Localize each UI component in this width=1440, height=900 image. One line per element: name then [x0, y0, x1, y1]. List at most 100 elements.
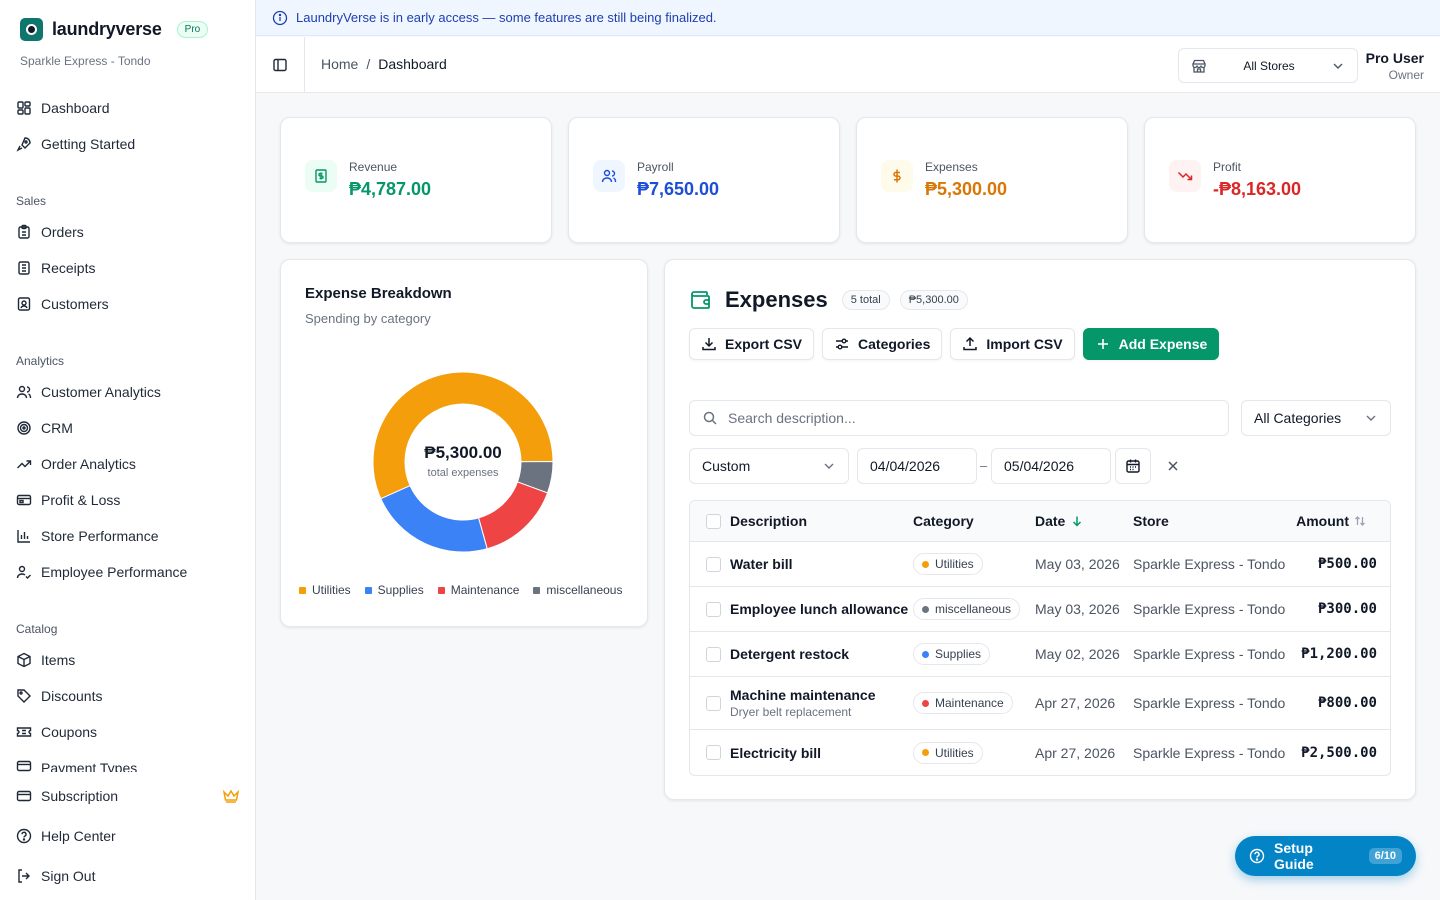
category-dot: [922, 650, 929, 658]
row-checkbox[interactable]: [706, 601, 721, 617]
expenses-header: Expenses 5 total ₱5,300.00: [689, 287, 968, 313]
search-input[interactable]: [728, 410, 1216, 426]
category-filter-select[interactable]: All Categories: [1241, 400, 1391, 436]
date-cell: May 02, 2026: [1035, 646, 1120, 662]
chart-legend: Utilities Supplies Maintenance miscellan…: [299, 583, 622, 597]
sidebar-item-discounts[interactable]: Discounts: [16, 686, 102, 706]
info-icon: [272, 10, 288, 26]
sidebar-item-label: Profit & Loss: [41, 492, 121, 508]
import-csv-button[interactable]: Import CSV: [950, 328, 1075, 360]
calendar-button[interactable]: [1115, 448, 1151, 484]
select-all-checkbox[interactable]: [706, 513, 721, 529]
legend-item-maintenance: Maintenance: [437, 583, 519, 597]
setup-guide-button[interactable]: Setup Guide 6/10: [1235, 836, 1416, 876]
sidebar-item-sign-out[interactable]: Sign Out: [16, 866, 95, 886]
target-icon: [16, 420, 32, 436]
breadcrumb-home[interactable]: Home: [321, 56, 358, 72]
date-range-select[interactable]: Custom: [689, 448, 849, 484]
row-checkbox[interactable]: [706, 695, 721, 711]
amount-cell: ₱800.00: [1317, 695, 1377, 711]
sidebar-item-receipts[interactable]: Receipts: [16, 258, 95, 278]
expense-description: Water bill: [730, 556, 793, 572]
sidebar-item-items[interactable]: Items: [16, 650, 75, 670]
section-title-sales: Sales: [16, 194, 47, 208]
date-from-field[interactable]: 04/04/2026: [857, 448, 977, 484]
expense-breakdown-card: Expense Breakdown Spending by category ₱…: [280, 259, 648, 627]
table-row[interactable]: Detergent restock Supplies May 02, 2026 …: [690, 632, 1390, 677]
clear-dates-button[interactable]: [1163, 448, 1183, 484]
description-cell: Machine maintenance Dryer belt replaceme…: [730, 677, 876, 729]
category-cell: Utilities: [913, 542, 983, 586]
sidebar-item-getting-started[interactable]: Getting Started: [16, 134, 135, 154]
users-icon: [593, 160, 625, 192]
category-badge: Utilities: [913, 553, 983, 575]
sidebar-item-coupons[interactable]: Coupons: [16, 722, 97, 742]
button-label: Categories: [858, 336, 931, 352]
sidebar-item-customers[interactable]: Customers: [16, 294, 109, 314]
category-dot: [922, 749, 929, 756]
column-header-amount[interactable]: Amount: [1296, 501, 1366, 541]
table-row[interactable]: Water bill Utilities May 03, 2026 Sparkl…: [690, 542, 1390, 587]
user-menu[interactable]: Pro User Owner: [1366, 50, 1424, 82]
row-checkbox[interactable]: [706, 646, 721, 662]
add-expense-button[interactable]: Add Expense: [1082, 328, 1220, 360]
sidebar-item-dashboard[interactable]: Dashboard: [16, 98, 110, 118]
description-cell: Employee lunch allowance: [730, 587, 908, 631]
donut-center: ₱5,300.00 total expenses: [373, 443, 553, 479]
date-to-field[interactable]: 05/04/2026: [991, 448, 1111, 484]
category-label: miscellaneous: [935, 602, 1012, 616]
column-header-store[interactable]: Store: [1133, 501, 1169, 541]
column-header-date[interactable]: Date: [1035, 501, 1083, 541]
sliders-icon: [834, 336, 850, 352]
column-header-description[interactable]: Description: [730, 501, 807, 541]
sidebar-item-payment-types[interactable]: Payment Types: [16, 758, 137, 772]
categories-button[interactable]: Categories: [822, 328, 943, 360]
sidebar-item-label: CRM: [41, 420, 73, 436]
trend-icon: [16, 456, 32, 472]
breadcrumb: Home / Dashboard: [321, 56, 447, 72]
button-label: Import CSV: [986, 336, 1063, 352]
description-cell: Electricity bill: [730, 730, 821, 775]
row-checkbox[interactable]: [706, 556, 721, 572]
brand-logo-icon: [20, 18, 43, 41]
setup-guide-progress: 6/10: [1368, 848, 1402, 864]
legend-swatch: [299, 586, 306, 594]
sidebar-toggle-button[interactable]: [256, 37, 305, 93]
store-icon: [1191, 58, 1207, 74]
sidebar-item-customer-analytics[interactable]: Customer Analytics: [16, 382, 161, 402]
column-header-date-label: Date: [1035, 513, 1066, 529]
table-row[interactable]: Employee lunch allowance miscellaneous M…: [690, 587, 1390, 632]
close-icon: [1166, 459, 1180, 473]
sidebar-item-orders[interactable]: Orders: [16, 222, 84, 242]
banner-text: LaundryVerse is in early access — some f…: [296, 10, 717, 25]
store-selector[interactable]: All Stores: [1178, 48, 1358, 83]
contact-icon: [16, 296, 32, 312]
trending-down-icon: [1169, 160, 1201, 192]
sidebar-item-subscription[interactable]: Subscription: [16, 786, 240, 806]
date-from-value: 04/04/2026: [870, 458, 941, 474]
package-icon: [16, 652, 32, 668]
sidebar-item-label: Help Center: [41, 828, 116, 844]
brand[interactable]: laundryverse Pro: [20, 18, 209, 41]
sidebar-item-help-center[interactable]: Help Center: [16, 826, 116, 846]
donut-slice-maintenance[interactable]: [477, 481, 549, 550]
category-label: Supplies: [935, 647, 982, 661]
donut-slice-supplies[interactable]: [380, 484, 488, 552]
kpi-value: -₱8,163.00: [1213, 179, 1302, 199]
section-title-catalog: Catalog: [16, 622, 58, 636]
row-checkbox[interactable]: [706, 745, 721, 760]
sidebar-item-order-analytics[interactable]: Order Analytics: [16, 454, 136, 474]
export-csv-button[interactable]: Export CSV: [689, 328, 815, 360]
table-row[interactable]: Electricity bill Utilities Apr 27, 2026 …: [690, 730, 1390, 775]
sidebar-item-store-performance[interactable]: Store Performance: [16, 526, 159, 546]
sidebar-item-label: Dashboard: [41, 100, 110, 116]
sidebar-item-label: Discounts: [41, 688, 103, 704]
plan-badge: Pro: [176, 21, 209, 38]
sidebar-item-profit-loss[interactable]: Profit & Loss: [16, 490, 120, 510]
description-cell: Water bill: [730, 542, 793, 586]
table-row[interactable]: Machine maintenance Dryer belt replaceme…: [690, 677, 1390, 730]
column-header-category[interactable]: Category: [913, 501, 974, 541]
kpi-label: Revenue: [349, 160, 398, 174]
sidebar-item-employee-performance[interactable]: Employee Performance: [16, 562, 187, 582]
sidebar-item-crm[interactable]: CRM: [16, 418, 73, 438]
